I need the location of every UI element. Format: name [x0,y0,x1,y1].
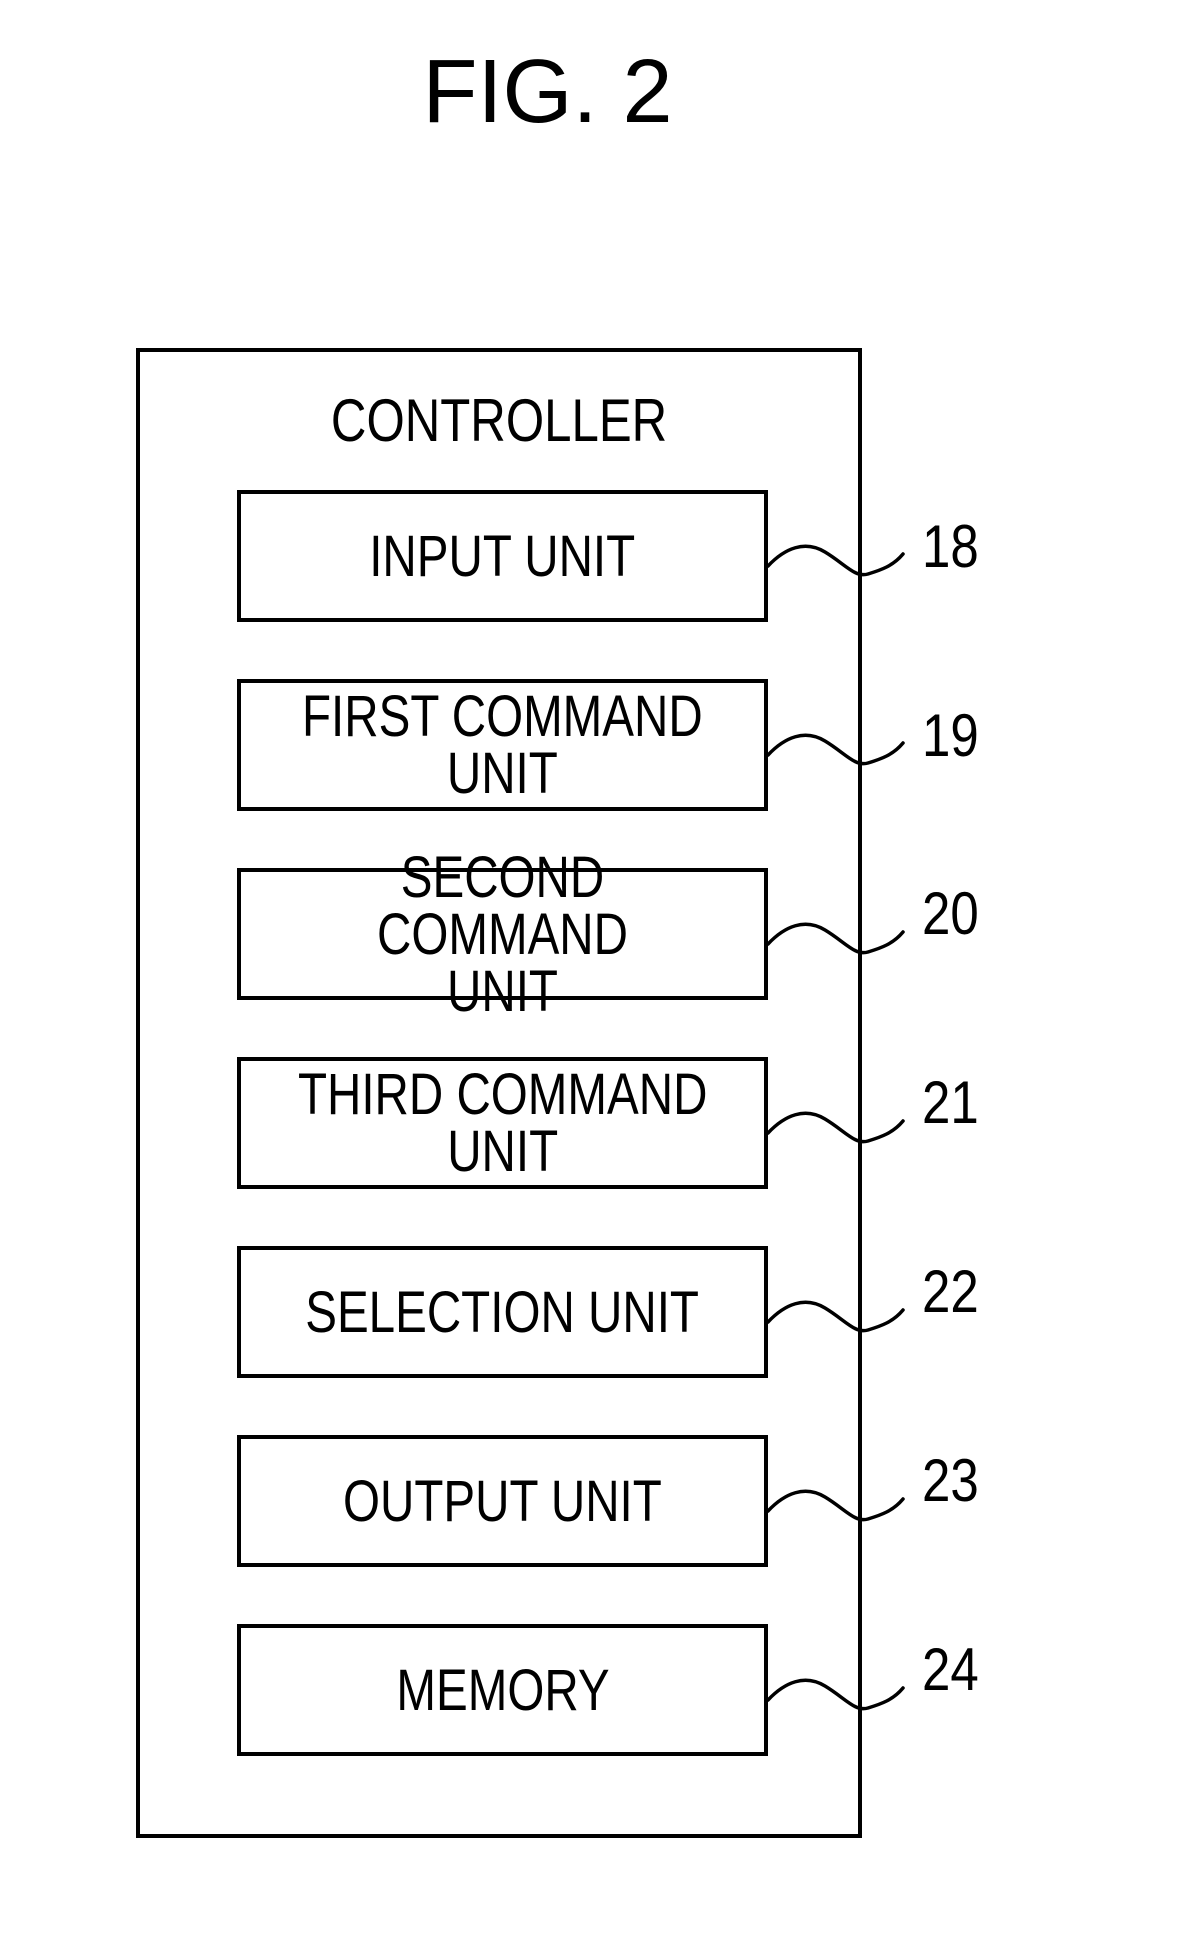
ref-number-23: 23 [922,1447,979,1514]
ref-number-24: 24 [922,1636,979,1703]
first-command-unit-block: FIRST COMMAND UNIT [237,679,768,811]
third-command-unit-block: THIRD COMMAND UNIT [237,1057,768,1189]
figure-title: FIG. 2 [422,42,673,142]
selection-unit-label: SELECTION UNIT [305,1279,700,1345]
input-unit-block: INPUT UNIT [237,490,768,622]
first-command-unit-label: FIRST COMMAND UNIT [302,684,703,806]
memory-block: MEMORY [237,1624,768,1756]
third-command-unit-label: THIRD COMMAND UNIT [297,1062,708,1184]
input-unit-label: INPUT UNIT [369,523,636,589]
memory-label: MEMORY [395,1657,610,1723]
ref-number-21: 21 [922,1069,979,1136]
selection-unit-block: SELECTION UNIT [237,1246,768,1378]
ref-number-19: 19 [922,702,979,769]
second-command-unit-label: SECOND COMMAND UNIT [377,844,628,1024]
ref-number-22: 22 [922,1258,979,1325]
ref-number-18: 18 [922,513,979,580]
ref-number-20: 20 [922,880,979,947]
controller-label: CONTROLLER [136,388,862,454]
output-unit-label: OUTPUT UNIT [343,1468,662,1534]
output-unit-block: OUTPUT UNIT [237,1435,768,1567]
second-command-unit-block: SECOND COMMAND UNIT [237,848,768,1020]
controller-label-text: CONTROLLER [330,387,668,454]
